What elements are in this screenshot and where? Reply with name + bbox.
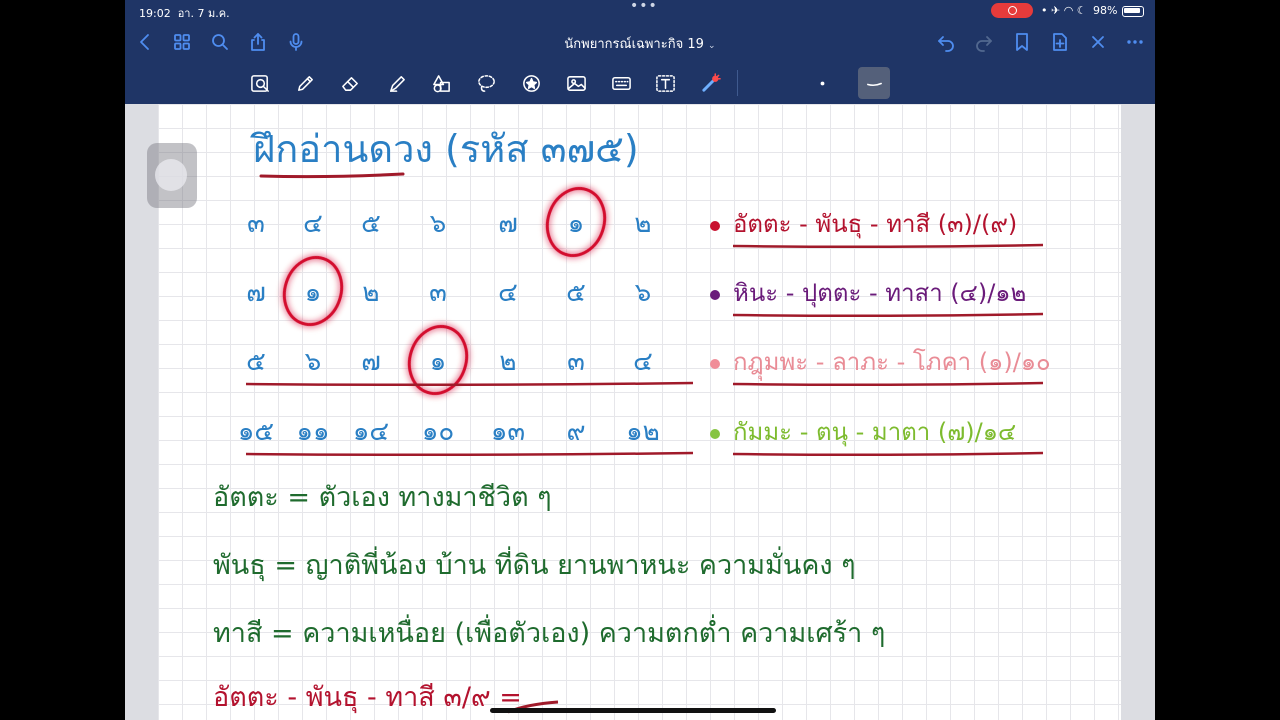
grid-number: ๒	[499, 347, 516, 377]
stroke-width-selector[interactable]	[858, 67, 890, 99]
shapes-icon[interactable]	[428, 70, 454, 96]
grid-number: ๑๒	[626, 417, 660, 447]
meaning-notes: อัตตะ = ตัวเอง ทางมาชีวิต ๆพันธุ = ญาติพ…	[213, 482, 885, 714]
toolbar-separator	[737, 70, 738, 96]
battery-percent: 98%	[1093, 4, 1118, 17]
lasso-icon[interactable]	[473, 70, 499, 96]
grid-number: ๗	[361, 347, 381, 377]
grid-number: ๗	[246, 278, 266, 308]
pen-icon[interactable]	[292, 70, 318, 96]
meaning-note-line: พันธุ = ญาติพี่น้อง บ้าน ที่ดิน ยานพาหนะ…	[213, 546, 856, 582]
bookmark-icon[interactable]	[1010, 30, 1034, 54]
grid-number: ๒	[634, 209, 651, 239]
grid-number: ๓	[567, 347, 585, 377]
grid-number: ๕	[246, 347, 266, 377]
status-bar: 19:02 อา. 7 ม.ค. ••• • ✈ ◠ ☾ 98%	[125, 0, 1155, 22]
grid-number: ๔	[633, 347, 653, 377]
grid-number: ๔	[498, 278, 518, 308]
grid-number: ๑	[305, 278, 322, 308]
note-page[interactable]: ฝึกอ่านดวง (รหัส ๓๗๕) ๓๔๕๖๗๑๒อัตตะ - พัน…	[158, 104, 1121, 720]
grid-number: ๒	[362, 278, 379, 308]
row-bullet	[710, 221, 720, 231]
grid-number: ๑๑	[296, 417, 329, 447]
screen-recording-icon[interactable]	[991, 3, 1033, 18]
assistive-touch-button[interactable]	[147, 143, 197, 208]
grid-number: ๑๐	[422, 417, 454, 447]
title-underline	[259, 172, 405, 179]
grid-number: ๑๕	[238, 417, 274, 447]
more-icon[interactable]	[1123, 30, 1147, 54]
lasso-zoom-icon[interactable]	[247, 70, 273, 96]
close-icon[interactable]	[1086, 30, 1110, 54]
grid-number: ๖	[635, 278, 652, 308]
tool-bar	[125, 62, 1155, 104]
image-icon[interactable]	[563, 70, 589, 96]
meaning-note-line: อัตตะ = ตัวเอง ทางมาชีวิต ๆ	[213, 482, 552, 513]
grid-number: ๖	[305, 347, 322, 377]
pen-size-dot-icon[interactable]	[809, 70, 835, 96]
label-underline	[732, 312, 1044, 318]
row-underline	[245, 451, 694, 457]
add-page-icon[interactable]	[1048, 30, 1072, 54]
highlighter-icon[interactable]	[383, 70, 409, 96]
grid-number: ๔	[303, 209, 323, 239]
label-underline	[732, 381, 1044, 387]
undo-icon[interactable]	[934, 30, 958, 54]
handwriting-layer: ฝึกอ่านดวง (รหัส ๓๗๕) ๓๔๕๖๗๑๒อัตตะ - พัน…	[213, 127, 1051, 714]
row-bullet	[710, 290, 720, 300]
label-underline	[732, 243, 1044, 249]
multitask-dots-icon[interactable]: •••	[630, 0, 658, 14]
sticker-icon[interactable]	[518, 70, 544, 96]
laser-pointer-icon[interactable]	[697, 70, 723, 96]
grid-number: ๖	[430, 209, 447, 239]
grid-number: ๓	[247, 209, 265, 239]
meaning-note-line: ทาสี = ความเหนื่อย (เพื่อตัวเอง) ความตกต…	[213, 614, 885, 649]
row-meaning-label: กัมมะ - ตนุ - มาตา (๗)/๑๔	[733, 418, 1016, 447]
grid-number: ๑๔	[353, 417, 389, 447]
ipad-screen: 19:02 อา. 7 ม.ค. ••• • ✈ ◠ ☾ 98% นักพยาก…	[125, 0, 1155, 720]
row-meaning-label: หินะ - ปุตตะ - ทาสา (๔)/๑๒	[733, 279, 1026, 308]
row-bullet	[710, 429, 720, 439]
label-underline	[732, 451, 1044, 457]
note-title: ฝึกอ่านดวง (รหัส ๓๗๕)	[250, 127, 639, 171]
grid-number: ๙	[566, 417, 585, 447]
row-meaning-label: อัตตะ - พันธุ - ทาสี (๓)/(๙)	[733, 210, 1017, 239]
redo-icon[interactable]	[972, 30, 996, 54]
grid-number: ๑	[568, 209, 585, 239]
document-title[interactable]: นักพยากรณ์เฉพาะกิจ 19 ⌄	[125, 33, 1155, 54]
navigation-bar: นักพยากรณ์เฉพาะกิจ 19 ⌄	[125, 22, 1155, 62]
status-time: 19:02 อา. 7 ม.ค.	[139, 7, 230, 20]
grid-number: ๗	[498, 209, 518, 239]
grid-number: ๕	[566, 278, 586, 308]
grid-number: ๕	[361, 209, 381, 239]
row-bullet	[710, 359, 720, 369]
home-indicator[interactable]	[490, 708, 776, 713]
system-status-icons: • ✈ ◠ ☾	[1041, 4, 1087, 17]
row-underline	[245, 381, 694, 387]
grid-number: ๑	[430, 347, 447, 377]
battery-icon	[1122, 6, 1144, 17]
keyboard-icon[interactable]	[608, 70, 634, 96]
number-grid: ๓๔๕๖๗๑๒อัตตะ - พันธุ - ทาสี (๓)/(๙)๗๑๒๓๔…	[238, 187, 1051, 457]
text-icon[interactable]	[652, 70, 678, 96]
grid-number: ๓	[429, 278, 447, 308]
meaning-note-line: อัตตะ - พันธุ - ทาสี ๓/๙ =	[213, 682, 522, 714]
eraser-icon[interactable]	[337, 70, 363, 96]
grid-number: ๑๓	[491, 417, 525, 447]
row-meaning-label: กฎุมพะ - ลาภะ - โภคา (๑)/๑๐	[733, 348, 1051, 381]
chevron-down-icon[interactable]: ⌄	[708, 41, 716, 51]
